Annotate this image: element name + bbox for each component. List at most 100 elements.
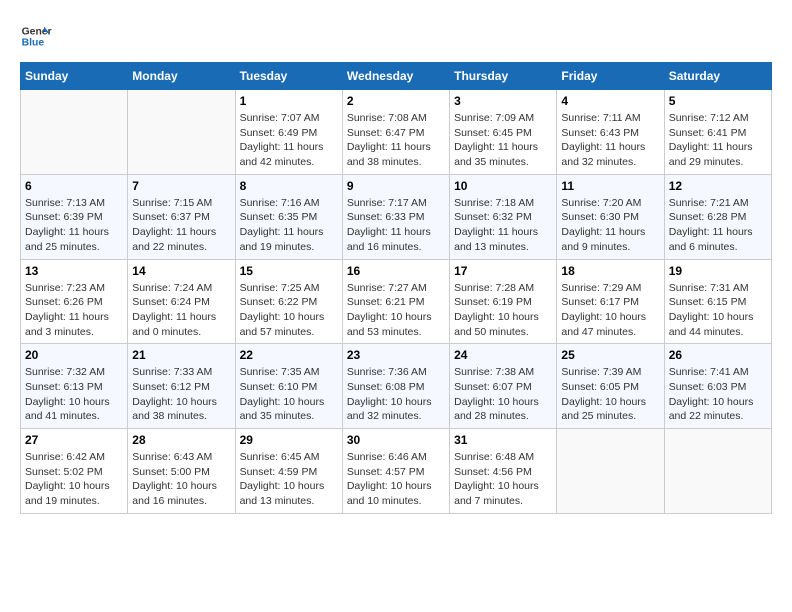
calendar-cell: 30 Sunrise: 6:46 AMSunset: 4:57 PMDayligh… (342, 429, 449, 514)
day-of-week-header: Saturday (664, 63, 771, 90)
day-detail: Sunrise: 7:38 AMSunset: 6:07 PMDaylight:… (454, 365, 552, 424)
calendar-cell: 2Sunrise: 7:08 AMSunset: 6:47 PMDaylight… (342, 90, 449, 175)
calendar-cell: 5Sunrise: 7:12 AMSunset: 6:41 PMDaylight… (664, 90, 771, 175)
day-number: 11 (561, 179, 659, 193)
day-number: 28 (132, 433, 230, 447)
day-of-week-header: Monday (128, 63, 235, 90)
day-detail: Sunrise: 7:33 AMSunset: 6:12 PMDaylight:… (132, 365, 230, 424)
day-detail: Sunrise: 7:41 AMSunset: 6:03 PMDaylight:… (669, 365, 767, 424)
logo: General Blue (20, 20, 52, 52)
day-of-week-header: Sunday (21, 63, 128, 90)
day-number: 27 (25, 433, 123, 447)
calendar-cell: 21 Sunrise: 7:33 AMSunset: 6:12 PMDayligh… (128, 344, 235, 429)
day-detail: Sunrise: 7:17 AMSunset: 6:33 PMDaylight:… (347, 196, 445, 255)
calendar-cell: 11 Sunrise: 7:20 AMSunset: 6:30 PMDayligh… (557, 174, 664, 259)
calendar-cell: 24 Sunrise: 7:38 AMSunset: 6:07 PMDayligh… (450, 344, 557, 429)
day-detail: Sunrise: 7:09 AMSunset: 6:45 PMDaylight:… (454, 111, 552, 170)
day-detail: Sunrise: 7:24 AMSunset: 6:24 PMDaylight:… (132, 281, 230, 340)
calendar-cell (664, 429, 771, 514)
calendar-cell: 27 Sunrise: 6:42 AMSunset: 5:02 PMDayligh… (21, 429, 128, 514)
day-detail: Sunrise: 7:23 AMSunset: 6:26 PMDaylight:… (25, 281, 123, 340)
day-detail: Sunrise: 7:15 AMSunset: 6:37 PMDaylight:… (132, 196, 230, 255)
day-detail: Sunrise: 6:46 AMSunset: 4:57 PMDaylight:… (347, 450, 445, 509)
day-of-week-header: Wednesday (342, 63, 449, 90)
calendar-cell (557, 429, 664, 514)
day-detail: Sunrise: 6:48 AMSunset: 4:56 PMDaylight:… (454, 450, 552, 509)
day-detail: Sunrise: 7:07 AMSunset: 6:49 PMDaylight:… (240, 111, 338, 170)
day-number: 14 (132, 264, 230, 278)
calendar-cell: 16 Sunrise: 7:27 AMSunset: 6:21 PMDayligh… (342, 259, 449, 344)
calendar-cell (21, 90, 128, 175)
day-number: 12 (669, 179, 767, 193)
calendar-cell: 25 Sunrise: 7:39 AMSunset: 6:05 PMDayligh… (557, 344, 664, 429)
day-number: 9 (347, 179, 445, 193)
day-of-week-header: Thursday (450, 63, 557, 90)
calendar-cell: 18Sunrise: 7:29 AMSunset: 6:17 PMDayligh… (557, 259, 664, 344)
day-number: 25 (561, 348, 659, 362)
day-detail: Sunrise: 6:42 AMSunset: 5:02 PMDaylight:… (25, 450, 123, 509)
calendar-cell: 19 Sunrise: 7:31 AMSunset: 6:15 PMDayligh… (664, 259, 771, 344)
day-number: 4 (561, 94, 659, 108)
calendar-week-row: 20Sunrise: 7:32 AMSunset: 6:13 PMDayligh… (21, 344, 772, 429)
day-number: 24 (454, 348, 552, 362)
calendar-cell: 28 Sunrise: 6:43 AMSunset: 5:00 PMDayligh… (128, 429, 235, 514)
day-detail: Sunrise: 7:35 AMSunset: 6:10 PMDaylight:… (240, 365, 338, 424)
day-detail: Sunrise: 7:13 AMSunset: 6:39 PMDaylight:… (25, 196, 123, 255)
calendar-cell: 10 Sunrise: 7:18 AMSunset: 6:32 PMDayligh… (450, 174, 557, 259)
calendar-cell: 13 Sunrise: 7:23 AMSunset: 6:26 PMDayligh… (21, 259, 128, 344)
day-detail: Sunrise: 7:39 AMSunset: 6:05 PMDaylight:… (561, 365, 659, 424)
day-detail: Sunrise: 7:11 AMSunset: 6:43 PMDaylight:… (561, 111, 659, 170)
calendar-week-row: 6 Sunrise: 7:13 AMSunset: 6:39 PMDaylight… (21, 174, 772, 259)
day-number: 31 (454, 433, 552, 447)
day-number: 10 (454, 179, 552, 193)
day-number: 19 (669, 264, 767, 278)
day-of-week-header: Tuesday (235, 63, 342, 90)
calendar-header-row: SundayMondayTuesdayWednesdayThursdayFrid… (21, 63, 772, 90)
calendar-cell: 6 Sunrise: 7:13 AMSunset: 6:39 PMDaylight… (21, 174, 128, 259)
calendar-cell: 22 Sunrise: 7:35 AMSunset: 6:10 PMDayligh… (235, 344, 342, 429)
day-number: 13 (25, 264, 123, 278)
day-detail: Sunrise: 7:28 AMSunset: 6:19 PMDaylight:… (454, 281, 552, 340)
calendar-cell: 23Sunrise: 7:36 AMSunset: 6:08 PMDayligh… (342, 344, 449, 429)
calendar-week-row: 1 Sunrise: 7:07 AMSunset: 6:49 PMDaylight… (21, 90, 772, 175)
day-number: 6 (25, 179, 123, 193)
day-detail: Sunrise: 7:16 AMSunset: 6:35 PMDaylight:… (240, 196, 338, 255)
calendar-cell: 15Sunrise: 7:25 AMSunset: 6:22 PMDayligh… (235, 259, 342, 344)
day-detail: Sunrise: 7:31 AMSunset: 6:15 PMDaylight:… (669, 281, 767, 340)
calendar-cell: 20Sunrise: 7:32 AMSunset: 6:13 PMDayligh… (21, 344, 128, 429)
calendar-cell: 7 Sunrise: 7:15 AMSunset: 6:37 PMDaylight… (128, 174, 235, 259)
day-detail: Sunrise: 7:21 AMSunset: 6:28 PMDaylight:… (669, 196, 767, 255)
day-number: 8 (240, 179, 338, 193)
day-number: 16 (347, 264, 445, 278)
day-number: 21 (132, 348, 230, 362)
day-detail: Sunrise: 7:25 AMSunset: 6:22 PMDaylight:… (240, 281, 338, 340)
day-number: 7 (132, 179, 230, 193)
day-number: 26 (669, 348, 767, 362)
day-detail: Sunrise: 7:20 AMSunset: 6:30 PMDaylight:… (561, 196, 659, 255)
day-detail: Sunrise: 7:18 AMSunset: 6:32 PMDaylight:… (454, 196, 552, 255)
day-number: 17 (454, 264, 552, 278)
calendar-cell: 26 Sunrise: 7:41 AMSunset: 6:03 PMDayligh… (664, 344, 771, 429)
calendar-week-row: 27 Sunrise: 6:42 AMSunset: 5:02 PMDayligh… (21, 429, 772, 514)
calendar-table: SundayMondayTuesdayWednesdayThursdayFrid… (20, 62, 772, 514)
day-number: 18 (561, 264, 659, 278)
day-number: 22 (240, 348, 338, 362)
day-number: 2 (347, 94, 445, 108)
day-number: 29 (240, 433, 338, 447)
calendar-cell: 12 Sunrise: 7:21 AMSunset: 6:28 PMDayligh… (664, 174, 771, 259)
calendar-cell: 8 Sunrise: 7:16 AMSunset: 6:35 PMDaylight… (235, 174, 342, 259)
calendar-cell: 3Sunrise: 7:09 AMSunset: 6:45 PMDaylight… (450, 90, 557, 175)
day-detail: Sunrise: 7:32 AMSunset: 6:13 PMDaylight:… (25, 365, 123, 424)
calendar-cell (128, 90, 235, 175)
day-detail: Sunrise: 6:43 AMSunset: 5:00 PMDaylight:… (132, 450, 230, 509)
calendar-cell: 31 Sunrise: 6:48 AMSunset: 4:56 PMDayligh… (450, 429, 557, 514)
day-of-week-header: Friday (557, 63, 664, 90)
day-number: 5 (669, 94, 767, 108)
day-number: 1 (240, 94, 338, 108)
calendar-week-row: 13 Sunrise: 7:23 AMSunset: 6:26 PMDayligh… (21, 259, 772, 344)
day-number: 30 (347, 433, 445, 447)
calendar-cell: 17 Sunrise: 7:28 AMSunset: 6:19 PMDayligh… (450, 259, 557, 344)
page-header: General Blue (20, 20, 772, 52)
day-detail: Sunrise: 7:36 AMSunset: 6:08 PMDaylight:… (347, 365, 445, 424)
day-detail: Sunrise: 7:27 AMSunset: 6:21 PMDaylight:… (347, 281, 445, 340)
